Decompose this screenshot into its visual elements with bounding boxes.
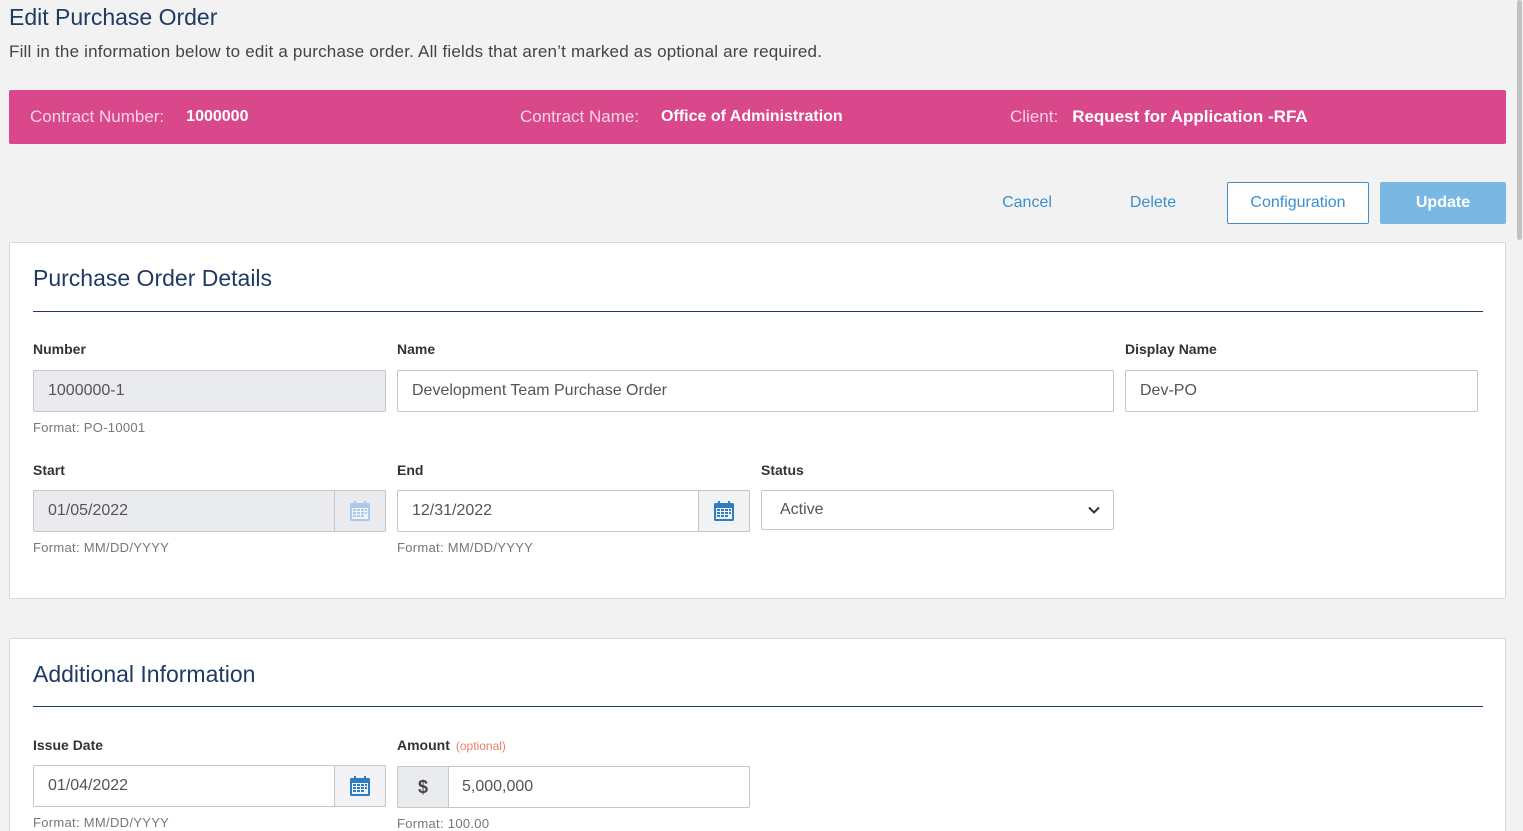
purchase-order-details-title: Purchase Order Details	[33, 265, 273, 291]
issue-date-value: 01/04/2022	[48, 777, 129, 794]
display-name-value: Dev-PO	[1140, 382, 1197, 399]
end-date-field[interactable]: 12/31/2022	[397, 490, 750, 532]
chevron-down-icon	[1088, 506, 1100, 514]
start-format-hint: Format: MM/DD/YYYY	[33, 540, 170, 555]
additional-information-title: Additional Information	[33, 661, 256, 687]
delete-button[interactable]: Delete	[1116, 182, 1190, 224]
amount-format-hint: Format: 100.00	[397, 816, 490, 831]
number-value: 1000000-1	[48, 382, 125, 399]
display-name-field[interactable]: Dev-PO	[1125, 370, 1478, 412]
issue-date-label: Issue Date	[33, 737, 104, 753]
contract-client: Client: Request for Application -RFA	[1010, 90, 1308, 144]
optional-tag: (optional)	[455, 739, 506, 753]
issue-date-field[interactable]: 01/04/2022	[33, 765, 386, 807]
name-value: Development Team Purchase Order	[412, 382, 667, 399]
scrollbar-thumb[interactable]	[1517, 0, 1522, 240]
calendar-icon	[350, 501, 370, 521]
number-label: Number	[33, 341, 86, 357]
update-button[interactable]: Update	[1380, 182, 1506, 224]
end-calendar-button[interactable]	[698, 490, 750, 532]
end-label: End	[397, 462, 424, 478]
purchase-order-details-card: Purchase Order Details Number 1000000-1 …	[9, 242, 1506, 599]
scrollbar[interactable]	[1516, 0, 1523, 831]
calendar-icon	[714, 501, 734, 521]
section-divider	[33, 706, 1483, 707]
start-label: Start	[33, 462, 65, 478]
start-date-value: 01/05/2022	[48, 502, 129, 519]
contract-name-label: Contract Name:	[520, 107, 640, 126]
number-field: 1000000-1	[33, 370, 386, 412]
contract-number-label: Contract Number:	[30, 107, 165, 126]
end-date-value: 12/31/2022	[412, 502, 493, 519]
status-value: Active	[780, 501, 824, 518]
additional-information-card: Additional Information Issue Date 01/04/…	[9, 638, 1506, 831]
amount-field[interactable]: $ 5,000,000	[397, 766, 750, 808]
client-label: Client:	[1010, 107, 1059, 126]
contract-name-value: Office of Administration	[661, 108, 843, 125]
page-title: Edit Purchase Order	[9, 4, 218, 30]
number-format-hint: Format: PO-10001	[33, 420, 146, 435]
amount-label: Amount (optional)	[397, 737, 506, 753]
amount-value: 5,000,000	[462, 778, 534, 795]
display-name-label: Display Name	[1125, 341, 1217, 357]
contract-name: Contract Name: Office of Administration	[520, 90, 843, 144]
contract-banner: Contract Number: 1000000 Contract Name: …	[9, 90, 1506, 144]
status-select[interactable]: Active	[761, 490, 1114, 530]
cancel-button[interactable]: Cancel	[990, 182, 1064, 224]
section-divider	[33, 311, 1483, 312]
status-label: Status	[761, 462, 804, 478]
issue-date-calendar-button[interactable]	[334, 765, 386, 807]
start-date-field: 01/05/2022	[33, 490, 386, 532]
currency-prefix: $	[397, 766, 449, 808]
name-label: Name	[397, 341, 436, 357]
start-calendar-button	[334, 490, 386, 532]
name-field[interactable]: Development Team Purchase Order	[397, 370, 1114, 412]
end-format-hint: Format: MM/DD/YYYY	[397, 540, 534, 555]
issue-date-format-hint: Format: MM/DD/YYYY	[33, 815, 170, 830]
contract-number-value: 1000000	[186, 108, 249, 125]
page-subtitle: Fill in the information below to edit a …	[9, 42, 823, 61]
contract-number: Contract Number: 1000000	[30, 90, 248, 144]
calendar-icon	[350, 776, 370, 796]
client-value: Request for Application -RFA	[1072, 107, 1308, 126]
amount-label-text: Amount	[397, 737, 450, 753]
configuration-button[interactable]: Configuration	[1227, 182, 1369, 224]
